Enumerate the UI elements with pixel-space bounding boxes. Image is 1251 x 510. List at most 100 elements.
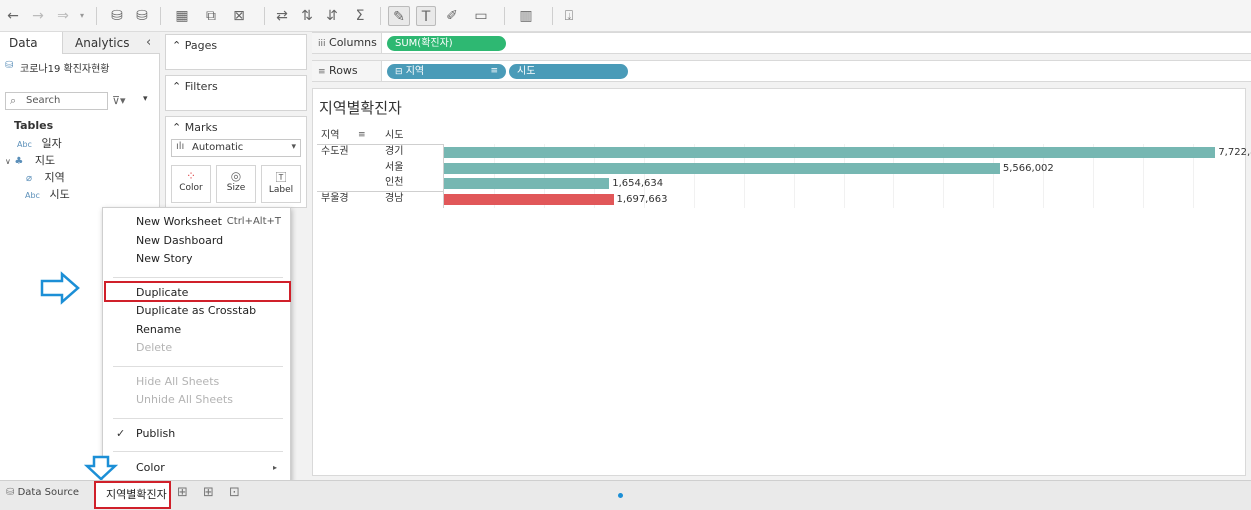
bar-경기[interactable] [444, 147, 1216, 158]
pause-updates-icon[interactable]: ⛁ [133, 6, 151, 26]
field-시도[interactable]: Abc 시도 [25, 188, 70, 203]
menu-color[interactable]: Color [136, 461, 165, 475]
label-label: Label [268, 185, 294, 195]
toolbar-separator [96, 7, 97, 25]
filter-fields-icon[interactable]: ⊽▾ [112, 94, 126, 107]
checkmark-icon: ✓ [116, 427, 126, 440]
redo-dropdown-icon[interactable]: ▾ [76, 6, 88, 26]
forward-arrow-icon[interactable]: → [29, 6, 47, 26]
swap-rows-columns-icon[interactable]: ⇄ [273, 6, 291, 26]
field-일자[interactable]: Abc 일자 [17, 137, 62, 152]
pane-menu-icon[interactable]: ▾ [143, 94, 148, 104]
sort-ascending-icon[interactable]: ⇅ [298, 6, 316, 26]
field-지도[interactable]: ∨ ♣ 지도 [5, 154, 55, 169]
field-label: 일자 [41, 137, 62, 150]
duplicate-highlight [104, 281, 291, 302]
show-mark-labels-icon[interactable]: T [416, 6, 436, 26]
rows-pill-시도[interactable]: 시도 [509, 64, 628, 79]
category-label-서울[interactable]: 서울 [385, 162, 403, 174]
duplicate-sheet-icon[interactable]: ⧉ [201, 6, 221, 26]
chevron-down-icon[interactable]: ∨ [5, 157, 11, 166]
bar-인천[interactable] [444, 178, 610, 189]
category-label-인천[interactable]: 인천 [385, 177, 403, 189]
new-worksheet-icon[interactable]: ⊞ [177, 485, 188, 500]
sort-descending-icon[interactable]: ⇵ [323, 6, 341, 26]
menu-unhide-all-sheets[interactable]: Unhide All Sheets [136, 393, 233, 407]
collapse-box-icon[interactable]: ⊟ [395, 67, 403, 77]
category-label-경기[interactable]: 경기 [385, 146, 403, 158]
marks-card: ⌃ Marks ılı Automatic ▾ ⁘ Color ◎ Size 🅃… [165, 116, 307, 208]
data-label-서울: 5,566,002 [1002, 163, 1054, 174]
filters-title: ⌃ Filters [172, 80, 218, 93]
columns-label: iii Columns [312, 33, 382, 53]
menu-separator [113, 366, 283, 367]
data-source-tab[interactable]: ⛁ Data Source [6, 487, 79, 498]
rows-label: ≡ Rows [312, 61, 382, 81]
bar-서울[interactable] [444, 163, 1000, 174]
redo-icon[interactable]: ⇒ [54, 6, 72, 26]
field-label: 지도 [34, 154, 56, 167]
menu-new-worksheet[interactable]: New Worksheet [136, 215, 222, 229]
pages-card[interactable]: ⌃ Pages [165, 34, 307, 70]
menu-publish[interactable]: Publish [136, 427, 175, 441]
toolbar-separator [160, 7, 161, 25]
data-label-경남: 1,697,663 [616, 194, 668, 205]
field-label: 지역 [44, 171, 65, 184]
toolbar-separator [504, 7, 505, 25]
data-label-인천: 1,654,634 [612, 178, 664, 189]
bar-경남[interactable] [444, 194, 614, 205]
menu-delete[interactable]: Delete [136, 341, 172, 355]
tab-data[interactable]: Data [0, 32, 62, 54]
rows-pill-지역[interactable]: ⊟ 지역 ≡ [387, 64, 506, 79]
fit-width-icon[interactable]: ▭ [469, 6, 493, 26]
data-source-tab-label: Data Source [17, 487, 79, 498]
show-me-icon[interactable]: ▥ [512, 6, 540, 26]
data-source-name[interactable]: 코로나19 확진자현황 [20, 60, 110, 75]
toolbar-separator [380, 7, 381, 25]
columns-pill-sum-확진자[interactable]: SUM(확진자) [387, 36, 506, 51]
columns-icon: iii [318, 39, 326, 49]
new-story-icon[interactable]: ⊡ [229, 485, 240, 500]
string-type-icon: Abc [25, 191, 40, 200]
new-worksheet-icon[interactable]: ▦ [170, 6, 194, 26]
search-input[interactable]: ⌕ Search [5, 92, 108, 110]
label-button[interactable]: 🅃 Label [261, 165, 301, 203]
category-label-경남[interactable]: 경남 [385, 193, 403, 205]
columns-shelf[interactable]: iii Columns SUM(확진자) [312, 32, 1251, 54]
menu-hide-all-sheets[interactable]: Hide All Sheets [136, 375, 219, 389]
data-label-경기: 7,722,859 [1218, 147, 1251, 158]
columns-label-text: Columns [329, 36, 377, 49]
present-icon[interactable]: ⍗ [560, 6, 578, 26]
worksheet-view[interactable]: 지역별확진자 지역 ≡ 시도 수도권 부울경 경기7,722,859서울5,56… [312, 88, 1251, 476]
highlight-icon[interactable]: ✎ [388, 6, 410, 26]
data-source-icon: ⛁ [6, 487, 15, 498]
menu-new-dashboard[interactable]: New Dashboard [136, 234, 223, 248]
color-button[interactable]: ⁘ Color [171, 165, 211, 203]
toolbar-separator [552, 7, 553, 25]
rows-shelf[interactable]: ≡ Rows ⊟ 지역 ≡ 시도 [312, 60, 1251, 82]
new-data-source-icon[interactable]: ⛁ [108, 6, 126, 26]
rows-icon: ≡ [318, 67, 326, 77]
menu-separator [113, 277, 283, 278]
field-지역[interactable]: ⌀ 지역 [26, 171, 65, 186]
menu-duplicate-as-crosstab[interactable]: Duplicate as Crosstab [136, 304, 256, 318]
group-members-icon[interactable]: ✐ [443, 6, 461, 26]
new-dashboard-icon[interactable]: ⊞ [203, 485, 214, 500]
color-label: Color [179, 183, 203, 193]
size-button[interactable]: ◎ Size [216, 165, 256, 203]
mark-type-dropdown[interactable]: ılı Automatic ▾ [171, 139, 301, 157]
down-arrow-icon [84, 455, 118, 481]
filters-card[interactable]: ⌃ Filters [165, 75, 307, 111]
back-arrow-icon[interactable]: ← [4, 6, 22, 26]
field-label: 시도 [49, 188, 70, 201]
clear-sheet-icon[interactable]: ⊠ [228, 6, 250, 26]
menu-new-story[interactable]: New Story [136, 252, 193, 266]
menu-rename[interactable]: Rename [136, 323, 181, 337]
collapse-pane-icon[interactable]: ‹ [146, 35, 151, 50]
bar-chart-icon: ılı [176, 141, 185, 152]
submenu-arrow-icon: ▸ [273, 463, 278, 472]
shortcut-new-worksheet: Ctrl+Alt+T [226, 216, 281, 227]
marks-title: ⌃ Marks [172, 121, 218, 134]
totals-icon[interactable]: Σ [349, 6, 371, 26]
marks-title-label: Marks [184, 121, 218, 134]
